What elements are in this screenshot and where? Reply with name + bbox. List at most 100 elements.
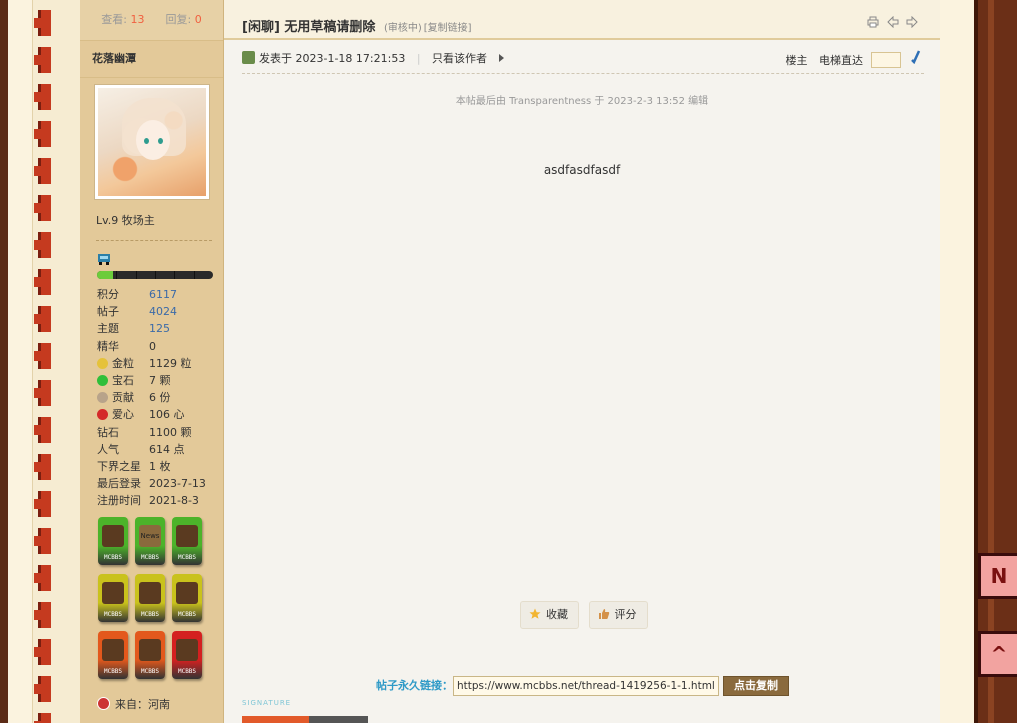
pickaxe-medal-icon[interactable]: MCBBS (172, 574, 202, 622)
profile-row: 钻石 1100 颗 (97, 424, 217, 441)
permalink-field[interactable]: https://www.mcbbs.net/thread-1419256-1-1… (453, 676, 719, 696)
online-status-icon (242, 51, 255, 64)
jump-label: 电梯直达 (819, 54, 863, 67)
only-author-link[interactable]: 只看该作者 (432, 52, 487, 65)
profile-row: 贡献 6 份 (97, 389, 217, 406)
profile-row: 主题 125 (97, 320, 217, 337)
copy-permalink-button[interactable]: 点击复制 (723, 676, 789, 696)
avatar[interactable] (94, 84, 210, 200)
contribution-icon (97, 392, 108, 404)
signature-image (242, 716, 368, 723)
post-actions: 收藏 评分 (520, 601, 654, 629)
bush-medal-icon[interactable]: MCBBS (135, 631, 165, 679)
profile-value: 0 (149, 339, 156, 353)
thread-tools (863, 15, 918, 31)
profile-row: 人气 614 点 (97, 441, 217, 458)
rate-button[interactable]: 评分 (588, 601, 648, 629)
sapling-medal-icon[interactable]: MCBBS (98, 631, 128, 679)
jump-go-icon[interactable] (910, 50, 922, 70)
level-progress-bar (97, 271, 213, 279)
profile-label: 主题 (97, 322, 119, 336)
profile-value: 614 点 (149, 442, 185, 456)
profile-row: 宝石 7 颗 (97, 372, 217, 389)
profile-label: 注册时间 (97, 494, 141, 508)
profile-value: 2021-8-3 (149, 494, 199, 508)
signature-label: SIGNATURE (242, 699, 292, 707)
post-body: asdfasdfasdf (543, 163, 621, 177)
profile-label: 下界之星 (97, 459, 141, 473)
print-icon[interactable] (867, 16, 879, 28)
back-to-top-icon[interactable]: ^ (978, 631, 1017, 677)
pickaxe-medal-icon[interactable]: MCBBS (135, 574, 165, 622)
profile-value: 106 心 (149, 408, 185, 422)
news-medal-icon[interactable]: News MCBBS (135, 517, 165, 565)
profile-row: 最后登录 2023-7-13 (97, 475, 217, 492)
book-medal-icon[interactable]: MCBBS (98, 517, 128, 565)
profile-row: 爱心 106 心 (97, 406, 217, 423)
permalink-row: 帖子永久链接： https://www.mcbbs.net/thread-1419… (376, 676, 789, 696)
right-decorative-border: N ^ (940, 0, 1017, 723)
profile-value: 2023-7-13 (149, 477, 206, 491)
profile-label: 贡献 (97, 389, 149, 406)
post-meta: 发表于 2023-1-18 17:21:53 | 只看该作者 楼主 电梯直达 (242, 50, 922, 68)
replies-label: 回复: (165, 13, 192, 26)
profile-row: 帖子 4024 (97, 303, 217, 320)
jump-floor-input[interactable] (870, 52, 901, 68)
views-label: 查看: (101, 13, 127, 26)
profile-row: 金粒 1129 粒 (97, 355, 217, 372)
left-decorative-border (0, 0, 80, 723)
user-level[interactable]: Lv.9 牧场主 (96, 212, 155, 228)
profile-label: 钻石 (97, 425, 119, 439)
thread-status: (审核中) (383, 23, 422, 34)
profile-value[interactable]: 6117 (149, 288, 177, 301)
news-float-icon[interactable]: N (978, 553, 1017, 599)
floor-label: 楼主 (785, 54, 808, 67)
profile-value: 7 颗 (149, 373, 171, 387)
star-icon (529, 608, 541, 619)
minecart-icon (98, 254, 110, 265)
post-main: [闲聊] 无用草稿请删除 (审核中) [复制链接] 发表于 2023-1-18 1… (224, 0, 940, 723)
gold-nugget-icon (97, 357, 108, 369)
posted-label: 发表于 (259, 52, 292, 65)
profile-value[interactable]: 4024 (149, 305, 177, 318)
profile-row: 积分 6117 (97, 286, 217, 303)
favorite-button[interactable]: 收藏 (520, 601, 579, 629)
profile-label: 最后登录 (97, 477, 141, 491)
thread-stats: 查看: 13 回复: 0 (80, 0, 223, 41)
pickaxe-medal-icon[interactable]: MCBBS (98, 574, 128, 622)
profile-label: 人气 (97, 442, 119, 456)
next-thread-icon[interactable] (906, 15, 918, 29)
profile-value: 1 枚 (149, 459, 171, 473)
meta-divider (242, 73, 924, 74)
previous-thread-icon[interactable] (886, 15, 899, 29)
username[interactable]: 花落幽潭 (80, 41, 223, 78)
replies-count: 0 (194, 13, 202, 26)
posted-at: 2023-1-18 17:21:53 (295, 52, 406, 65)
profile-label: 积分 (97, 288, 119, 301)
profile-label: 精华 (97, 339, 119, 353)
thread-title-text: [闲聊] 无用草稿请删除 (242, 20, 376, 35)
arrow-right-icon[interactable] (498, 54, 504, 62)
profile-row: 注册时间 2021-8-3 (97, 492, 217, 509)
no-entry-medal-icon[interactable]: MCBBS (172, 517, 202, 565)
copy-link-button[interactable]: [复制链接] (424, 23, 472, 34)
heart-apple-icon (97, 409, 108, 421)
permalink-label: 帖子永久链接： (376, 679, 453, 692)
user-sidebar: 查看: 13 回复: 0 花落幽潭 Lv.9 牧场主 积分 6117 帖子 4024 主… (80, 0, 224, 723)
profile-value[interactable]: 125 (149, 322, 170, 335)
location-icon (97, 697, 110, 710)
profile-label: 爱心 (97, 406, 149, 423)
thread-title: [闲聊] 无用草稿请删除 (审核中) [复制链接] (242, 16, 472, 35)
java-medal-icon[interactable]: MCBBS (172, 631, 202, 679)
profile-value: 1129 粒 (149, 356, 192, 370)
thread-header: [闲聊] 无用草稿请删除 (审核中) [复制链接] (224, 0, 940, 40)
profile-value: 1100 颗 (149, 425, 192, 439)
profile-row: 下界之星 1 枚 (97, 458, 217, 475)
profile-stats: 积分 6117 帖子 4024 主题 125 精华 0 金粒 1129 粒宝石 7 颗贡献 6 份爱心… (97, 286, 217, 509)
profile-label: 宝石 (97, 372, 149, 389)
thumbs-up-icon (598, 609, 609, 619)
profile-label: 金粒 (97, 355, 149, 372)
emerald-icon (97, 374, 108, 386)
sidebar-divider (96, 240, 212, 241)
profile-value: 6 份 (149, 391, 171, 405)
